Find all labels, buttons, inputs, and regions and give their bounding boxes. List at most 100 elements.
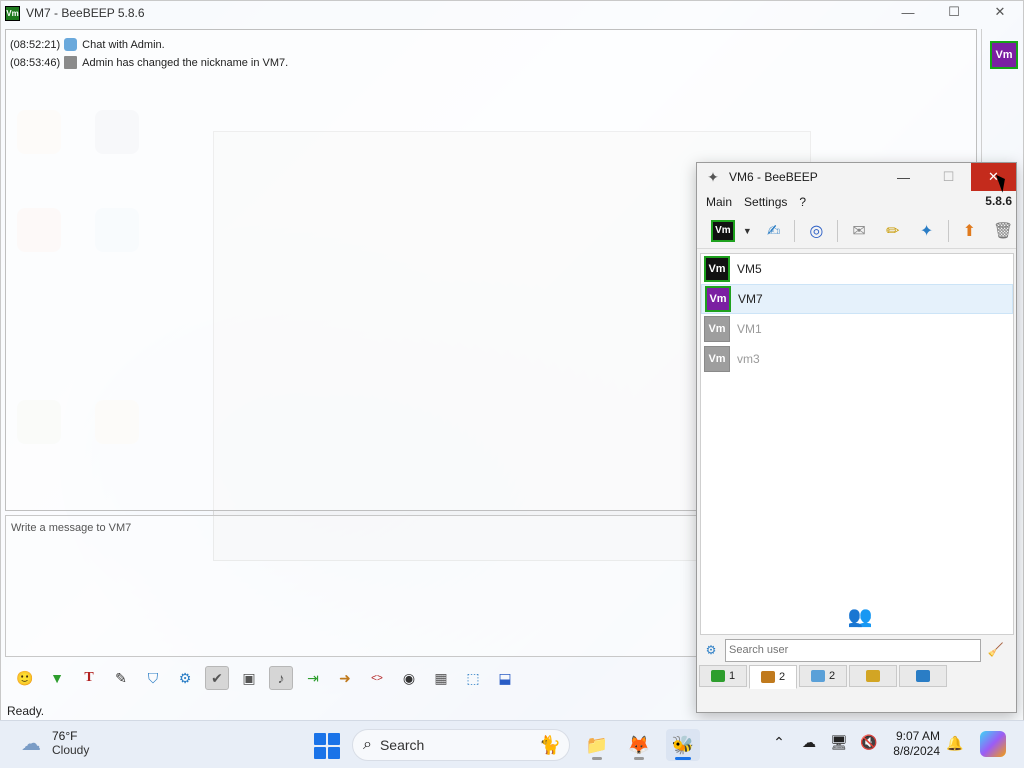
- file-explorer-icon[interactable]: 📁: [580, 729, 614, 761]
- forward-icon[interactable]: ➜: [333, 666, 357, 690]
- save-icon[interactable]: ⬓: [493, 666, 517, 690]
- user-name: VM1: [737, 322, 762, 336]
- user-list-item[interactable]: Vm VM1: [701, 314, 1013, 344]
- user-list-item[interactable]: Vm VM5: [701, 254, 1013, 284]
- vm6-close-button[interactable]: ✕: [971, 163, 1016, 191]
- chat-text: Admin has changed the nickname in VM7.: [82, 56, 289, 69]
- tab-chats[interactable]: 1: [699, 665, 747, 687]
- calculator-icon[interactable]: ▦: [429, 666, 453, 690]
- bee-icon: ✦: [707, 168, 719, 185]
- share-icon[interactable]: ⬆: [957, 218, 983, 244]
- clear-search-icon[interactable]: 🧹: [987, 641, 1005, 659]
- export-icon[interactable]: ⇥: [301, 666, 325, 690]
- my-status-avatar[interactable]: Vm: [711, 219, 735, 242]
- avatar: Vm: [704, 346, 730, 372]
- plugin-icon: [916, 670, 930, 682]
- check-list-icon[interactable]: ✔: [205, 666, 229, 690]
- maximize-button[interactable]: ☐: [931, 1, 977, 23]
- font-icon[interactable]: T: [77, 666, 101, 690]
- emoji-icon[interactable]: 🙂: [13, 666, 37, 690]
- beebeep-taskbar-icon[interactable]: 🐝: [666, 729, 700, 761]
- close-button[interactable]: ✕: [977, 1, 1023, 23]
- onedrive-icon[interactable]: ☁: [800, 733, 818, 751]
- chat-line: (08:52:21) Chat with Admin.: [10, 38, 165, 51]
- app-glyph: 📁: [585, 734, 609, 755]
- taskbar-clock[interactable]: 9:07 AM 8/8/2024: [880, 729, 940, 759]
- vm6-maximize-button[interactable]: ☐: [926, 163, 971, 191]
- main-titlebar[interactable]: Vm VM7 - BeeBEEP 5.8.6 — ☐ ✕: [1, 1, 1023, 25]
- search-icon: ⌕: [363, 736, 372, 753]
- vm6-titlebar[interactable]: ✦ VM6 - BeeBEEP — ☐ ✕: [697, 163, 1016, 191]
- vm6-menubar: Main Settings ? 5.8.6: [697, 191, 1016, 213]
- chat-text: Chat with Admin.: [82, 38, 165, 51]
- vm6-beebeep-window: ✦ VM6 - BeeBEEP — ☐ ✕ Main Settings ? 5.…: [696, 162, 1017, 713]
- attach-icon[interactable]: ⬚: [461, 666, 485, 690]
- magic-wand-icon[interactable]: ✎: [109, 666, 133, 690]
- users-icon: [760, 671, 775, 683]
- search-user-input[interactable]: [725, 638, 981, 662]
- note-icon[interactable]: ♪: [269, 666, 293, 690]
- user-name: VM5: [737, 262, 762, 276]
- send-file-icon[interactable]: ▼: [45, 666, 69, 690]
- code-icon[interactable]: <>: [365, 666, 389, 690]
- toolbar-separator: [794, 219, 796, 242]
- mail-icon[interactable]: ✉: [846, 218, 872, 244]
- beebeep-app-icon: Vm: [5, 5, 20, 21]
- windows-logo-icon: [314, 733, 326, 745]
- chat-timestamp: (08:52:21): [10, 38, 61, 51]
- camera-icon[interactable]: ◉: [397, 666, 421, 690]
- filter-icon[interactable]: ⛉: [141, 666, 165, 690]
- weather-condition: Cloudy: [52, 743, 90, 757]
- menu-main[interactable]: Main: [706, 195, 732, 209]
- compose-toolbar: 🙂 ▼ T ✎ ⛉ ⚙ ✔ ▣ ♪ ⇥ ➜ <> ◉ ▦ ⬚ ⬓: [13, 663, 517, 693]
- status-bar-text: Ready.: [7, 704, 45, 718]
- network-display-icon[interactable]: 🖥: [830, 733, 848, 751]
- copilot-icon[interactable]: [980, 731, 1006, 757]
- tools-icon[interactable]: ✦: [914, 218, 940, 244]
- chevron-down-icon[interactable]: ▼: [743, 226, 753, 236]
- taskbar-search[interactable]: ⌕ Search 🐈: [352, 729, 570, 761]
- vm6-toolbar: Vm ▼ ✍ ◎ ✉ ✏ ✦ ⬆ 🗑: [697, 213, 1016, 249]
- window-title: VM7 - BeeBEEP 5.8.6: [26, 6, 145, 20]
- version-label: 5.8.6: [985, 194, 1012, 208]
- tab-users[interactable]: 2: [749, 665, 797, 689]
- system-tray: ⌃ ☁ 🖥 🔇: [770, 733, 878, 751]
- clock-date: 8/8/2024: [893, 744, 940, 758]
- tab-plugins[interactable]: [899, 665, 947, 687]
- settings-gear-icon[interactable]: ⚙: [173, 666, 197, 690]
- avatar: Vm: [705, 286, 731, 312]
- start-button[interactable]: [314, 733, 340, 759]
- toolbar-separator: [947, 219, 949, 242]
- user-list-item[interactable]: Vm vm3: [701, 344, 1013, 374]
- chevron-up-icon[interactable]: ⌃: [770, 733, 788, 751]
- weather-temp: 76°F: [52, 729, 78, 743]
- edit-profile-icon[interactable]: ✍: [761, 218, 787, 244]
- search-options-icon[interactable]: ⚙: [703, 642, 719, 658]
- weather-widget[interactable]: ☁ 76°F Cloudy: [18, 729, 89, 757]
- firefox-icon[interactable]: 🦊: [622, 729, 656, 761]
- tab-groups[interactable]: 2: [799, 665, 847, 687]
- taskbar-search-label: Search: [379, 737, 425, 753]
- group-chat-icon: [810, 670, 825, 682]
- user-list-item[interactable]: Vm VM7: [701, 284, 1013, 314]
- users-group-icon: 👥: [847, 606, 873, 628]
- trash-icon[interactable]: 🗑: [990, 218, 1016, 244]
- network-icon[interactable]: ◎: [803, 218, 829, 244]
- minimize-button[interactable]: —: [885, 1, 931, 23]
- app-glyph: 🐝: [671, 734, 695, 755]
- menu-help[interactable]: ?: [799, 195, 806, 209]
- vm6-minimize-button[interactable]: —: [881, 163, 926, 191]
- screenshot-icon[interactable]: ▣: [237, 666, 261, 690]
- user-list[interactable]: Vm VM5 Vm VM7 Vm VM1 Vm vm3 👥: [700, 253, 1014, 635]
- avatar[interactable]: Vm: [990, 41, 1018, 69]
- volume-mute-icon[interactable]: 🔇: [860, 733, 878, 751]
- notification-bell-icon[interactable]: 🔔: [946, 735, 963, 752]
- avatar: Vm: [704, 256, 730, 282]
- toolbar-separator: [837, 219, 839, 242]
- chat-icon: [710, 670, 725, 682]
- vm6-window-title: VM6 - BeeBEEP: [729, 170, 818, 184]
- pencil-icon[interactable]: ✏: [880, 218, 906, 244]
- tab-shared[interactable]: [849, 665, 897, 687]
- menu-settings[interactable]: Settings: [744, 195, 787, 209]
- tab-count: 2: [778, 671, 786, 683]
